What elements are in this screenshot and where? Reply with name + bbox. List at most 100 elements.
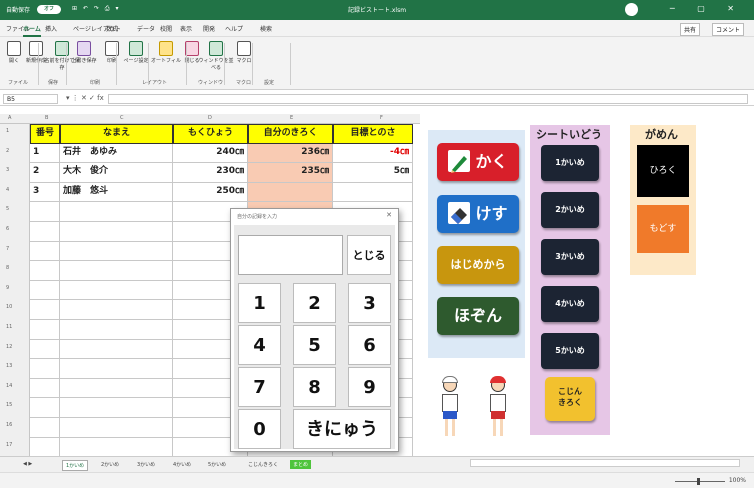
tab-10[interactable]: 検索 bbox=[260, 24, 272, 33]
cell[interactable] bbox=[60, 261, 173, 281]
row-header[interactable]: 17 bbox=[0, 442, 30, 448]
column-header-A[interactable]: A bbox=[8, 115, 11, 121]
sheet-tab-5[interactable]: 5かいめ bbox=[205, 460, 229, 469]
tab-2[interactable]: 挿入 bbox=[45, 24, 57, 33]
kesu-button[interactable]: けす bbox=[437, 195, 519, 233]
row-header[interactable]: 3 bbox=[0, 167, 30, 173]
row-header[interactable]: 1 bbox=[0, 128, 30, 134]
column-header-D[interactable]: D bbox=[208, 115, 212, 121]
key-9[interactable]: 9 bbox=[348, 367, 391, 407]
cell[interactable] bbox=[30, 222, 60, 242]
hajime-button[interactable]: はじめから bbox=[437, 246, 519, 284]
cell[interactable] bbox=[60, 280, 173, 301]
table-cell[interactable]: 加藤 悠斗 bbox=[60, 182, 173, 203]
cell[interactable] bbox=[30, 437, 60, 456]
hozon-button[interactable]: ほぞん bbox=[437, 297, 519, 335]
account-avatar[interactable] bbox=[625, 3, 638, 16]
tab-1[interactable]: ホーム bbox=[23, 24, 41, 37]
cell[interactable] bbox=[30, 202, 60, 222]
horizontal-scrollbar[interactable] bbox=[470, 459, 740, 467]
key-8[interactable]: 8 bbox=[293, 367, 336, 407]
cell[interactable] bbox=[60, 202, 173, 222]
row-header[interactable]: 9 bbox=[0, 285, 30, 291]
key-1[interactable]: 1 bbox=[238, 283, 281, 323]
table-cell[interactable]: 石井 あゆみ bbox=[60, 143, 173, 164]
sheet-button-1[interactable]: 1かいめ bbox=[541, 145, 599, 181]
column-header-B[interactable]: B bbox=[45, 115, 48, 121]
header-cell[interactable]: もくひょう bbox=[173, 124, 248, 144]
sheet-tab-4[interactable]: 4かいめ bbox=[170, 460, 194, 469]
row-header[interactable]: 16 bbox=[0, 422, 30, 428]
cell[interactable] bbox=[60, 339, 173, 360]
row-header[interactable]: 13 bbox=[0, 363, 30, 369]
key-5[interactable]: 5 bbox=[293, 325, 336, 365]
cell[interactable] bbox=[30, 339, 60, 360]
comment-button[interactable]: コメント bbox=[712, 23, 745, 36]
cell[interactable] bbox=[60, 359, 173, 379]
table-cell[interactable]: -4㎝ bbox=[333, 143, 413, 164]
zoom-slider[interactable] bbox=[675, 481, 725, 482]
tab-8[interactable]: 開発 bbox=[203, 24, 215, 33]
row-header[interactable]: 14 bbox=[0, 383, 30, 389]
cell[interactable] bbox=[60, 241, 173, 262]
cell[interactable] bbox=[30, 418, 60, 438]
table-cell[interactable]: 236㎝ bbox=[248, 143, 333, 164]
key-7[interactable]: 7 bbox=[238, 367, 281, 407]
header-cell[interactable]: 自分のきろく bbox=[248, 124, 333, 144]
cell[interactable] bbox=[30, 359, 60, 379]
table-cell[interactable]: 5㎝ bbox=[333, 163, 413, 183]
row-header[interactable]: 2 bbox=[0, 148, 30, 154]
key-2[interactable]: 2 bbox=[293, 283, 336, 323]
cell[interactable] bbox=[60, 418, 173, 438]
cell[interactable] bbox=[30, 261, 60, 281]
table-cell[interactable] bbox=[333, 182, 413, 203]
sheet-button-2[interactable]: 2かいめ bbox=[541, 192, 599, 228]
table-cell[interactable]: 2 bbox=[30, 163, 60, 183]
tab-4[interactable]: 数式 bbox=[106, 24, 118, 33]
key-3[interactable]: 3 bbox=[348, 283, 391, 323]
table-cell[interactable]: 240㎝ bbox=[173, 143, 248, 164]
table-cell[interactable]: 大木 俊介 bbox=[60, 163, 173, 183]
header-cell[interactable]: 番号 bbox=[30, 124, 60, 144]
key-0[interactable]: 0 bbox=[238, 409, 281, 449]
key-4[interactable]: 4 bbox=[238, 325, 281, 365]
tab-6[interactable]: 校閲 bbox=[160, 24, 172, 33]
cell[interactable] bbox=[60, 378, 173, 399]
row-header[interactable]: 8 bbox=[0, 265, 30, 271]
table-cell[interactable]: 3 bbox=[30, 182, 60, 203]
row-header[interactable]: 11 bbox=[0, 324, 30, 330]
cell[interactable] bbox=[60, 398, 173, 418]
zoom-knob[interactable] bbox=[697, 478, 700, 485]
cell[interactable] bbox=[30, 300, 60, 320]
row-header[interactable]: 10 bbox=[0, 304, 30, 310]
formula-icons[interactable]: ▾ ⋮ ✕ ✓ fx bbox=[66, 94, 104, 102]
header-cell[interactable]: なまえ bbox=[60, 124, 173, 144]
row-header[interactable]: 15 bbox=[0, 402, 30, 408]
column-header-C[interactable]: C bbox=[120, 115, 124, 121]
tab-scroll-arrows[interactable]: ◀ ▶ bbox=[20, 460, 35, 468]
cell[interactable] bbox=[30, 320, 60, 340]
cell[interactable] bbox=[60, 320, 173, 340]
row-header[interactable]: 7 bbox=[0, 246, 30, 252]
cell[interactable] bbox=[30, 378, 60, 399]
row-header[interactable]: 5 bbox=[0, 206, 30, 212]
column-header-E[interactable]: E bbox=[290, 115, 293, 121]
enter-key[interactable]: きにゅう bbox=[293, 409, 391, 449]
table-cell[interactable]: 250㎝ bbox=[173, 182, 248, 203]
table-cell[interactable]: 1 bbox=[30, 143, 60, 164]
macro-button[interactable]: マクロ bbox=[226, 41, 262, 65]
table-cell[interactable]: 230㎝ bbox=[173, 163, 248, 183]
modosu-button[interactable]: もどす bbox=[637, 205, 689, 253]
row-header[interactable]: 4 bbox=[0, 187, 30, 193]
share-button[interactable]: 共有 bbox=[680, 23, 701, 36]
header-cell[interactable]: 目標とのさ bbox=[333, 124, 413, 144]
cell[interactable] bbox=[60, 222, 173, 242]
cell[interactable] bbox=[30, 398, 60, 418]
formula-input[interactable] bbox=[108, 94, 748, 104]
name-box[interactable]: B5 bbox=[3, 94, 58, 104]
sheet-button-5[interactable]: 5かいめ bbox=[541, 333, 599, 369]
tab-9[interactable]: ヘルプ bbox=[225, 24, 243, 33]
sheet-tab-6[interactable]: こじんきろく bbox=[245, 460, 281, 469]
cell[interactable] bbox=[30, 280, 60, 301]
row-header[interactable]: 6 bbox=[0, 226, 30, 232]
